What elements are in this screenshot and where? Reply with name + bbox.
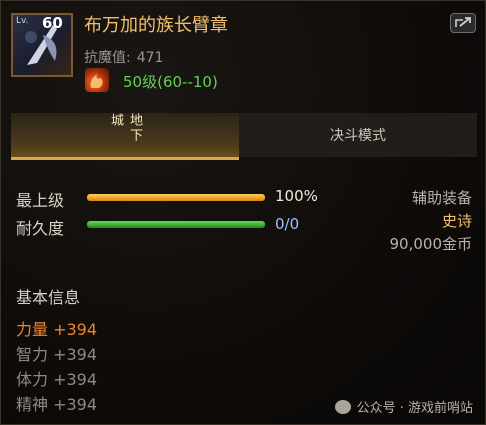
durability-value: 0/0 (275, 215, 300, 233)
durability-bar (87, 221, 265, 228)
item-rarity: 史诗 (441, 212, 472, 230)
mode-tabs: 地下城 决斗模式 (11, 113, 477, 160)
watermark-text: 公众号 · 游戏前哨站 (356, 401, 473, 416)
attr-vitality: 体力 +394 (16, 370, 98, 389)
attr-intelligence: 智力 +394 (16, 345, 98, 364)
item-tooltip: Lv. 60 布万加的族长臂章 抗魔值: 471 50级(60--10) 地下城 … (0, 0, 486, 425)
enhance-flame-icon (85, 68, 109, 92)
item-type: 辅助装备 (411, 189, 472, 207)
main-stat-label: 抗魔值: (84, 50, 131, 66)
tab-dungeon[interactable]: 地下城 (11, 113, 239, 160)
tab-pvp-label: 决斗模式 (330, 128, 386, 144)
watermark: 公众号 · 游戏前哨站 (334, 397, 473, 416)
wechat-icon (334, 399, 351, 414)
basic-info-title: 基本信息 (16, 288, 81, 307)
tab-pvp[interactable]: 决斗模式 (239, 113, 477, 157)
item-price: 90,000金币 (389, 235, 473, 253)
grade-bar (87, 194, 265, 201)
grade-label: 最上级 (16, 191, 65, 210)
tab-dungeon-label: 地下城 (108, 113, 142, 143)
durability-bar-fill (87, 221, 265, 228)
grade-bar-fill (87, 194, 265, 201)
item-name: 布万加的族长臂章 (84, 15, 228, 36)
attr-spirit: 精神 +394 (16, 395, 98, 414)
share-icon[interactable] (450, 13, 476, 33)
main-stat-value: 471 (136, 50, 164, 66)
level-prefix: Lv. (16, 16, 29, 26)
level-number: 60 (42, 14, 63, 32)
grade-value: 100% (275, 187, 318, 205)
durability-label: 耐久度 (16, 219, 65, 238)
enhance-level-text: 50级(60--10) (123, 73, 218, 91)
attr-strength: 力量 +394 (16, 320, 98, 339)
item-icon: Lv. 60 (11, 13, 73, 77)
main-stat: 抗魔值: 471 (84, 47, 163, 67)
